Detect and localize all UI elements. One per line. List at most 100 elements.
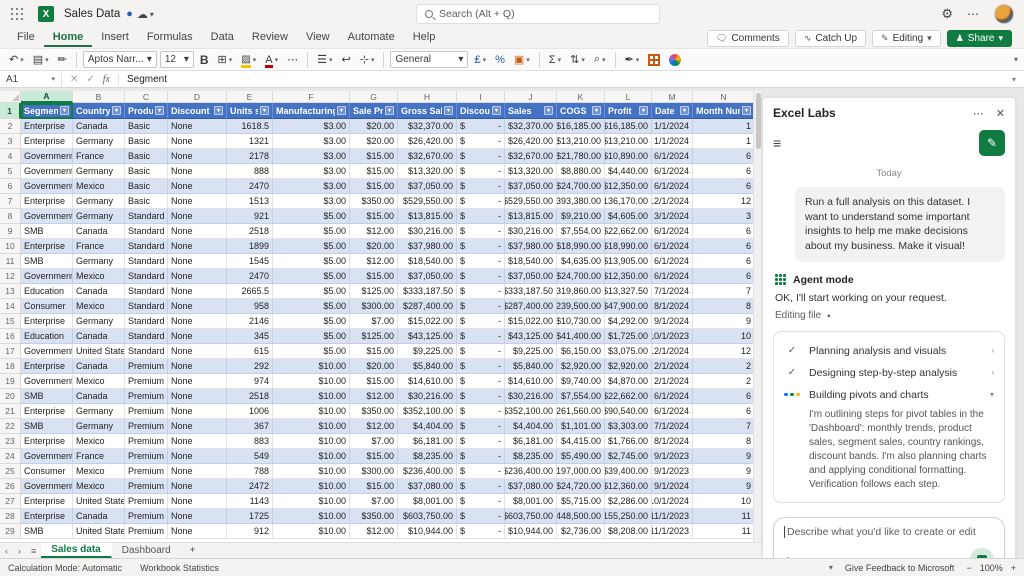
grid-cell[interactable]: 12/1/2024 <box>652 344 693 359</box>
grid-cell[interactable]: $- <box>457 209 505 224</box>
grid-cell[interactable]: None <box>168 434 227 449</box>
menu-home[interactable]: Home <box>44 29 93 47</box>
grid-cell[interactable]: None <box>168 164 227 179</box>
grid-cell[interactable]: Standard <box>125 344 168 359</box>
grid-cell[interactable]: 2472 <box>227 479 273 494</box>
grid-cell[interactable]: $15.00 <box>350 179 398 194</box>
grid-cell[interactable]: 345 <box>227 329 273 344</box>
grid-cell[interactable]: $- <box>457 269 505 284</box>
grid-cell[interactable]: None <box>168 209 227 224</box>
column-header-L[interactable]: L <box>605 91 652 103</box>
grid-cell[interactable]: $13,327.50 <box>605 284 652 299</box>
filter-dropdown-icon[interactable]: ▾ <box>544 106 553 115</box>
grid-cell[interactable]: $287,400.00 <box>398 299 457 314</box>
grid-cell[interactable]: $12,360.00 <box>605 479 652 494</box>
grid-cell[interactable]: $13,320.00 <box>505 164 557 179</box>
grid-cell[interactable]: $6,181.00 <box>398 434 457 449</box>
column-header-M[interactable]: M <box>652 91 693 103</box>
grid-cell[interactable]: 888 <box>227 164 273 179</box>
undo-button[interactable]: ↶▾ <box>6 52 27 67</box>
grid-cell[interactable]: $- <box>457 119 505 134</box>
grid-cell[interactable]: $9,225.00 <box>398 344 457 359</box>
grid-cell[interactable]: Government <box>21 269 73 284</box>
table-header-cell[interactable]: Gross Sales▾ <box>398 103 457 119</box>
grid-cell[interactable]: $12.00 <box>350 389 398 404</box>
grid-cell[interactable]: $5.00 <box>273 224 350 239</box>
filter-dropdown-icon[interactable]: ▾ <box>260 106 269 115</box>
grid-cell[interactable]: $352,100.00 <box>398 404 457 419</box>
grid-cell[interactable]: $37,050.00 <box>505 179 557 194</box>
grid-cell[interactable]: 9/1/2024 <box>652 314 693 329</box>
grid-cell[interactable]: Premium <box>125 404 168 419</box>
grid-cell[interactable]: 6/1/2024 <box>652 404 693 419</box>
grid-cell[interactable]: $37,050.00 <box>398 179 457 194</box>
grid-cell[interactable]: $2,920.00 <box>557 359 605 374</box>
grid-cell[interactable]: Standard <box>125 269 168 284</box>
grid-cell[interactable]: $90,540.00 <box>605 404 652 419</box>
grid-cell[interactable]: Government <box>21 449 73 464</box>
grid-cell[interactable]: $2,745.00 <box>605 449 652 464</box>
agent-task-done[interactable]: ✓Designing step-by-step analysis› <box>784 362 994 384</box>
grid-cell[interactable]: 6 <box>693 254 753 269</box>
grid-cell[interactable]: 7 <box>693 419 753 434</box>
grid-cell[interactable]: Mexico <box>73 179 125 194</box>
grid-cell[interactable]: $21,780.00 <box>557 149 605 164</box>
more-options-icon[interactable]: ⋯ <box>967 7 980 21</box>
row-header-29[interactable]: 29 <box>0 524 21 539</box>
grid-cell[interactable]: $10.00 <box>273 479 350 494</box>
grid-cell[interactable]: $7.00 <box>350 434 398 449</box>
grid-cell[interactable]: Government <box>21 479 73 494</box>
filter-dropdown-icon[interactable]: ▾ <box>592 106 601 115</box>
grid-cell[interactable]: 958 <box>227 299 273 314</box>
grid-cell[interactable]: 10/1/2024 <box>652 494 693 509</box>
grid-cell[interactable]: $- <box>457 344 505 359</box>
calc-mode-button[interactable]: Calculation Mode: Automatic <box>8 563 122 573</box>
grid-cell[interactable]: Premium <box>125 359 168 374</box>
grid-cell[interactable]: 6/1/2024 <box>652 269 693 284</box>
cancel-entry-icon[interactable]: ✕ <box>70 74 78 85</box>
grid-cell[interactable]: Premium <box>125 389 168 404</box>
menu-insert[interactable]: Insert <box>92 29 138 47</box>
grid-cell[interactable]: 1725 <box>227 509 273 524</box>
grid-cell[interactable]: $- <box>457 509 505 524</box>
grid-cell[interactable]: $15.00 <box>350 449 398 464</box>
excel-logo-icon[interactable] <box>38 6 54 22</box>
grid-cell[interactable]: 6/1/2024 <box>652 224 693 239</box>
grid-cell[interactable]: $47,900.00 <box>605 299 652 314</box>
grid-cell[interactable]: None <box>168 254 227 269</box>
grid-cell[interactable]: $22,662.00 <box>605 389 652 404</box>
zoom-in-button[interactable]: + <box>1011 563 1016 573</box>
grid-cell[interactable]: Premium <box>125 509 168 524</box>
grid-cell[interactable]: 1618.5 <box>227 119 273 134</box>
confirm-entry-icon[interactable]: ✓ <box>86 74 94 85</box>
row-header-23[interactable]: 23 <box>0 434 21 449</box>
grid-cell[interactable]: 615 <box>227 344 273 359</box>
menu-formulas[interactable]: Formulas <box>138 29 202 47</box>
editing-mode-button[interactable]: ✎ Editing ▾ <box>872 30 941 47</box>
grid-cell[interactable]: $12.00 <box>350 524 398 539</box>
insert-function-button[interactable]: fx <box>103 74 110 85</box>
conditional-formatting-button[interactable]: ▣▾ <box>511 52 533 67</box>
row-header-25[interactable]: 25 <box>0 464 21 479</box>
row-header-11[interactable]: 11 <box>0 254 21 269</box>
grid-cell[interactable]: 6 <box>693 269 753 284</box>
grid-cell[interactable]: $- <box>457 494 505 509</box>
autosave-cloud-icon[interactable]: ☁ <box>137 8 148 21</box>
grid-cell[interactable]: Germany <box>73 164 125 179</box>
grid-cell[interactable]: $4,404.00 <box>398 419 457 434</box>
grid-cell[interactable]: Basic <box>125 164 168 179</box>
grid-cell[interactable]: $43,125.00 <box>505 329 557 344</box>
grid-cell[interactable]: None <box>168 404 227 419</box>
grid-cell[interactable]: None <box>168 299 227 314</box>
column-header-H[interactable]: H <box>398 91 457 103</box>
grid-cell[interactable]: 6/1/2024 <box>652 239 693 254</box>
table-header-cell[interactable]: Date▾ <box>652 103 693 119</box>
grid-cell[interactable]: $10.00 <box>273 434 350 449</box>
grid-cell[interactable]: $5.00 <box>273 314 350 329</box>
grid-cell[interactable]: $239,500.00 <box>557 299 605 314</box>
grid-cell[interactable]: $15.00 <box>350 344 398 359</box>
grid-cell[interactable]: 1143 <box>227 494 273 509</box>
row-header-20[interactable]: 20 <box>0 389 21 404</box>
grid-cell[interactable]: Standard <box>125 254 168 269</box>
grid-cell[interactable]: $- <box>457 224 505 239</box>
